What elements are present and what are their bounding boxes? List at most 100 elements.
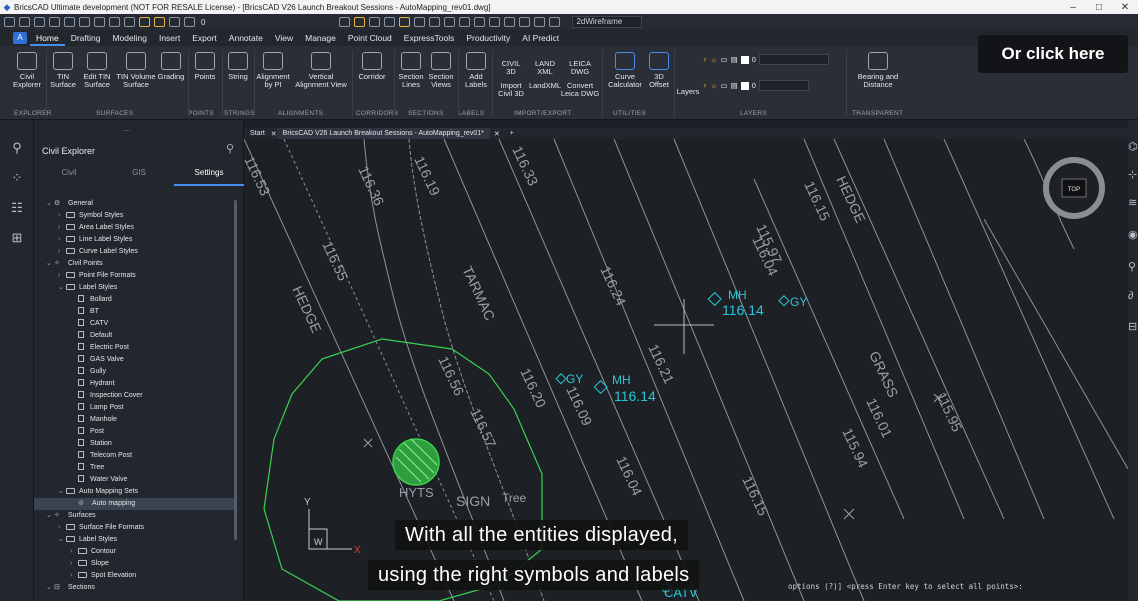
maximize-button[interactable]: □ — [1086, 2, 1112, 13]
print-icon[interactable] — [64, 17, 75, 27]
tab-start[interactable]: Start — [244, 130, 271, 137]
layer-lock-icon[interactable] — [169, 17, 180, 27]
tab-civil[interactable]: Civil — [34, 164, 104, 186]
redo-icon[interactable] — [124, 17, 135, 27]
application-menu-button[interactable]: A — [13, 32, 27, 44]
chevron-right-icon[interactable]: › — [58, 270, 66, 282]
tab-view[interactable]: View — [269, 30, 299, 46]
chevron-right-icon[interactable]: › — [58, 210, 66, 222]
tree-item[interactable]: Hydrant — [34, 378, 234, 390]
tab-expresstools[interactable]: ExpressTools — [398, 30, 461, 46]
tree-item[interactable]: › Contour — [34, 546, 234, 558]
chevron-right-icon[interactable]: › — [70, 546, 78, 558]
layout-icon[interactable] — [489, 17, 501, 27]
tab-home[interactable]: Home — [30, 30, 65, 46]
command-line-prompt[interactable]: options (?)] <press Enter key to select … — [788, 582, 1023, 591]
layer-control-row-1[interactable]: ♀ ☼ ▭ ▤ 0 — [702, 54, 829, 65]
tree-item[interactable]: Inspection Cover — [34, 390, 234, 402]
tree-item[interactable]: ⌄ ⊟ Sections — [34, 582, 234, 594]
link-panel-icon[interactable]: ∂ — [1128, 290, 1138, 302]
tree-item[interactable]: GAS Valve — [34, 354, 234, 366]
layer-print-icon[interactable] — [184, 17, 195, 27]
visual-style-dropdown[interactable]: 2dWireframe — [572, 16, 643, 28]
tab-modeling[interactable]: Modeling — [106, 30, 153, 46]
view-front-icon[interactable] — [429, 17, 441, 27]
tree-item[interactable]: › Spot Elevation — [34, 570, 234, 582]
library-panel-icon[interactable]: ◉ — [1128, 228, 1138, 241]
tree-item[interactable]: ⌄ ✧ Civil Points — [34, 258, 234, 270]
curve-calculator-button[interactable]: Curve Calculator — [605, 52, 645, 89]
civil-explorer-button[interactable]: Civil Explorer — [12, 52, 42, 89]
layers-panel-icon[interactable]: ≋ — [1128, 196, 1138, 209]
tab-export[interactable]: Export — [186, 30, 223, 46]
visual-style-icon[interactable] — [549, 17, 561, 27]
structure-tree-icon[interactable]: ☷ — [9, 200, 25, 216]
tree-item[interactable]: ⌄ Label Styles — [34, 534, 234, 546]
tab-manage[interactable]: Manage — [299, 30, 342, 46]
chevron-right-icon[interactable]: › — [58, 234, 66, 246]
close-button[interactable]: ✕ — [1112, 2, 1138, 13]
grading-button[interactable]: Grading — [156, 52, 186, 81]
tree-item[interactable]: Station — [34, 438, 234, 450]
tab-insert[interactable]: Insert — [153, 30, 186, 46]
tree-item[interactable]: › Line Label Styles — [34, 234, 234, 246]
section-views-button[interactable]: Section Views — [426, 52, 456, 89]
tree-item[interactable]: › Slope — [34, 558, 234, 570]
tin-surface-button[interactable]: TIN Surface — [48, 52, 78, 89]
settings-icon[interactable] — [519, 17, 531, 27]
tree-item[interactable]: Lamp Post — [34, 402, 234, 414]
tab-active-drawing[interactable]: BricsCAD V26 Launch Breakout Sessions - … — [276, 128, 490, 139]
chevron-down-icon[interactable]: ⌄ — [46, 510, 54, 522]
tree-item[interactable]: Telecom Post — [34, 450, 234, 462]
layer-dropdown-2[interactable] — [758, 80, 809, 91]
tree-item[interactable]: Gully — [34, 366, 234, 378]
new-tab-button[interactable]: + — [510, 130, 514, 137]
layers-button[interactable]: Layers — [676, 88, 700, 96]
tree-item[interactable]: Post — [34, 426, 234, 438]
landxml-button[interactable]: LAND XML LandXML — [528, 60, 562, 90]
draw-icon[interactable] — [354, 17, 366, 27]
view-top-icon[interactable] — [459, 17, 471, 27]
layer-dropdown-1[interactable] — [758, 54, 829, 65]
chevron-right-icon[interactable]: › — [58, 222, 66, 234]
render-panel-icon[interactable]: ⊟ — [1128, 320, 1138, 333]
section-lines-button[interactable]: Section Lines — [396, 52, 426, 89]
save-icon[interactable] — [34, 17, 45, 27]
chevron-down-icon[interactable]: ⌄ — [46, 582, 54, 594]
tree-item[interactable]: Tree — [34, 462, 234, 474]
properties-panel-icon[interactable]: ⌬ — [1128, 140, 1138, 153]
import-civil3d-button[interactable]: CIVIL 3D Import Civil 3D — [494, 60, 528, 98]
open-file-icon[interactable] — [19, 17, 30, 27]
tree-item[interactable]: ⊘ Auto mapping — [34, 498, 234, 510]
polar-icon[interactable] — [399, 17, 411, 27]
chevron-down-icon[interactable]: ⌄ — [46, 258, 54, 270]
chevron-down-icon[interactable]: ⌄ — [58, 534, 66, 546]
tree-item[interactable]: Electric Post — [34, 342, 234, 354]
civil-explorer-panel-icon[interactable]: ⊞ — [9, 230, 25, 246]
click-here-overlay-button[interactable]: Or click here — [978, 35, 1128, 73]
string-button[interactable]: String — [224, 52, 252, 81]
view-side-icon[interactable] — [444, 17, 456, 27]
tab-gis[interactable]: GIS — [104, 164, 174, 186]
tree-item[interactable]: ⌄ Label Styles — [34, 282, 234, 294]
tab-annotate[interactable]: Annotate — [223, 30, 269, 46]
tree-item[interactable]: › Surface File Formats — [34, 522, 234, 534]
chevron-right-icon[interactable]: › — [58, 522, 66, 534]
tree-item[interactable]: Default — [34, 330, 234, 342]
chevron-right-icon[interactable]: › — [70, 570, 78, 582]
tree-item[interactable]: ⌄ ✧ Surfaces — [34, 510, 234, 522]
chevron-down-icon[interactable]: ⌄ — [58, 282, 66, 294]
tree-item[interactable]: BT — [34, 306, 234, 318]
layer-control-row-2[interactable]: ♀ ☼ ▭ ▤ 0 — [702, 80, 809, 91]
chevron-down-icon[interactable]: ⌄ — [58, 486, 66, 498]
3d-offset-button[interactable]: 3D Offset — [645, 52, 673, 89]
panel-scrollbar[interactable] — [234, 200, 237, 540]
snap-panel-icon[interactable]: ⊹ — [1128, 168, 1138, 181]
osnap-icon[interactable] — [414, 17, 426, 27]
tree-item[interactable]: ⌄ Auto Mapping Sets — [34, 486, 234, 498]
tab-productivity[interactable]: Productivity — [460, 30, 516, 46]
new-file-icon[interactable] — [4, 17, 15, 27]
layer-sun-icon[interactable] — [154, 17, 165, 27]
tree-item[interactable]: CATV — [34, 318, 234, 330]
tree-item[interactable]: Bollard — [34, 294, 234, 306]
